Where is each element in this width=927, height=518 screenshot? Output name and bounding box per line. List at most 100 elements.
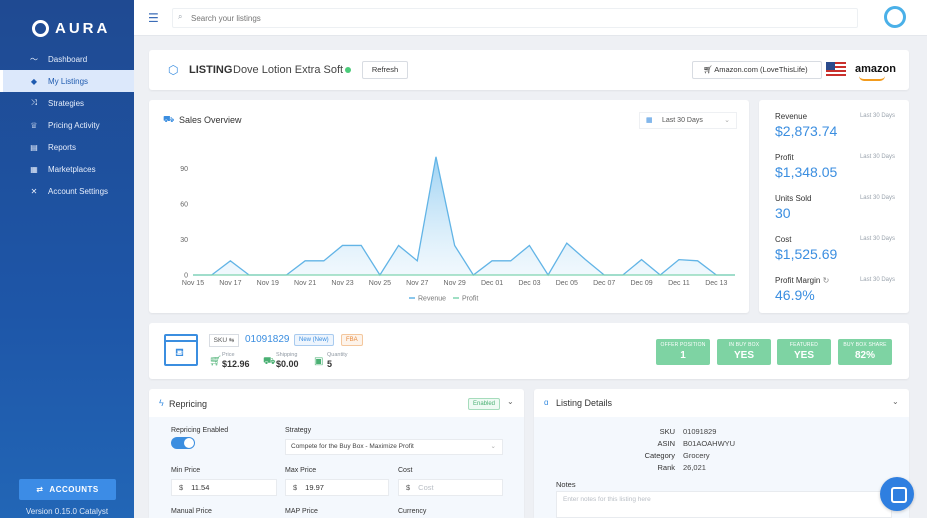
x-tick-label: Nov 15 [182,280,204,287]
chevron-down-icon[interactable]: ⌄ [892,397,899,406]
max-price-value: 19.97 [305,483,324,492]
stat-value: $2,873.74 [775,123,838,139]
quantity-value: 5 [327,359,333,369]
sku-tag: SKU ⇆ [209,334,239,347]
fulfillment-badge: FBA [341,334,363,346]
repricing-title: Repricing [169,399,208,409]
kpi-label: BUY BOX SHARE [843,342,887,348]
sidebar-item-label: Account Settings [48,186,109,196]
y-tick-label: 60 [180,202,188,209]
cost-label: Cost [398,467,413,474]
sidebar-item-marketplaces[interactable]: ▦ Marketplaces [0,158,134,180]
store-name: Amazon.com (LoveThisLife) [714,65,808,74]
detail-key: SKU [659,427,675,436]
x-tick-label: Dec 11 [668,280,690,287]
max-price-input[interactable]: $19.97 [285,479,389,496]
legend-revenue-label: Revenue [418,296,446,303]
x-tick-label: Dec 03 [518,280,540,287]
cart-icon: 🛒︎ [703,65,715,74]
repricing-form: Repricing Enabled Strategy Compete for t… [149,417,524,518]
chevron-down-icon[interactable]: ⌄ [507,397,514,406]
listing-details-panel: ɑ Listing Details ⌄ SKU 01091829 ASIN B0… [534,389,909,518]
x-tick-label: Dec 01 [481,280,503,287]
product-summary: ⛾ SKU ⇆ 01091829 New (New) FBA 🛒︎ Price … [149,323,909,379]
repricing-toggle[interactable] [171,437,195,449]
sidebar-item-pricing-activity[interactable]: ♕ Pricing Activity [0,114,134,136]
kpi-value: 82% [854,350,875,361]
refresh-button[interactable]: Refresh [362,61,408,79]
basket-icon: ⛾ [175,347,184,359]
app-version: Version 0.15.0 Catalyst [25,507,109,516]
stat-period: Last 30 Days [859,113,895,119]
legend-profit-label: Profit [462,296,478,303]
kpi-value: YES [793,350,814,361]
clipboard-icon: ▤ [30,142,38,152]
search-icon: ⌕ [178,12,183,21]
sidebar-item-reports[interactable]: ▤ Reports [0,136,134,158]
listing-header: ⬡ LISTING Dove Lotion Extra Soft Refresh… [149,50,909,90]
trophy-icon: ♕ [30,120,38,130]
sku-number[interactable]: 01091829 [245,334,290,345]
stat-value: 46.9% [775,287,815,303]
sidebar-item-label: Reports [48,142,77,152]
detail-value: 01091829 [683,427,717,436]
us-flag-icon [826,62,846,76]
listing-details-body: SKU 01091829 ASIN B01AOAHWYU Category Gr… [534,417,909,518]
sidebar-item-label: My Listings [48,76,89,86]
bolt-icon: ϟ [159,398,164,408]
accounts-button[interactable]: ⇄ ACCOUNTS [19,479,116,500]
cost-input[interactable]: $ Cost [398,479,503,496]
stat-period: Last 30 Days [859,236,895,242]
brand-logo[interactable]: AURA [0,0,134,44]
cost-placeholder: Cost [418,483,434,492]
sidebar-item-my-listings[interactable]: ◆ My Listings [0,70,134,92]
manual-price-label: Manual Price [171,508,212,515]
sidebar-item-label: Dashboard [48,54,88,64]
sync-icon: ⇄ [36,485,44,494]
y-tick-label: 0 [184,273,188,280]
refresh-icon[interactable]: ↻ [823,276,830,285]
sidebar-item-strategies[interactable]: ⤨ Strategies [0,92,134,114]
store-selector[interactable]: 🛒︎ Amazon.com (LoveThisLife) [692,61,822,79]
revenue-area [193,156,735,275]
x-tick-label: Nov 23 [331,280,353,287]
user-avatar[interactable] [884,6,906,28]
sales-chart: 0 30 60 90 Nov 15 Nov 17 Nov 19 Nov 21 Nov 23 Nov… [180,156,735,303]
box-icon: ⬡ [168,63,179,77]
sidebar-item-account-settings[interactable]: ✕ Account Settings [0,180,134,202]
stat-cost: Cost Last 30 Days $1,525.69 [775,235,895,262]
currency-label: Currency [398,508,427,515]
kpi-buy-box-share: BUY BOX SHARE 82% [838,339,892,365]
notes-textarea[interactable]: Enter notes for this listing here [556,491,892,518]
condition-badge: New (New) [294,334,334,346]
chat-support-button[interactable] [880,477,914,511]
stat-profit-margin: Profit Margin ↻ Last 30 Days 46.9% [775,276,895,303]
menu-icon[interactable]: ☰ [148,11,159,25]
kpi-in-buy-box: IN BUY BOX YES [717,339,771,365]
quantity-label: Quantity [327,352,348,358]
listing-title: Dove Lotion Extra Soft [233,64,344,76]
brand-name: AURA [55,19,111,37]
stat-period: Last 30 Days [859,154,895,160]
stat-period: Last 30 Days [859,277,895,283]
stat-profit: Profit Last 30 Days $1,348.05 [775,153,895,180]
amazon-logo: amazon [855,63,896,81]
detail-key: Rank [657,463,675,472]
price-label: Price [222,352,235,358]
kpi-featured: FEATURED YES [777,339,831,365]
kpi-value: 1 [680,350,686,361]
repricing-panel: ϟ Repricing Enabled ⌄ Repricing Enabled … [149,389,524,518]
listing-details-title: Listing Details [556,398,613,408]
sidebar-item-dashboard[interactable]: 〜 Dashboard [0,48,134,70]
kpi-label: OFFER POSITION [660,342,706,348]
tag-icon: ◆ [30,76,38,86]
detail-key: ASIN [657,439,675,448]
sidebar-item-label: Pricing Activity [48,120,100,130]
search-input[interactable] [172,8,858,28]
min-price-value: 11.54 [191,483,210,492]
min-price-label: Min Price [171,467,201,474]
x-tick-label: Nov 21 [294,280,316,287]
min-price-input[interactable]: $11.54 [171,479,277,496]
map-price-label: MAP Price [285,508,318,515]
strategy-select[interactable]: Compete for the Buy Box - Maximize Profi… [285,439,503,455]
